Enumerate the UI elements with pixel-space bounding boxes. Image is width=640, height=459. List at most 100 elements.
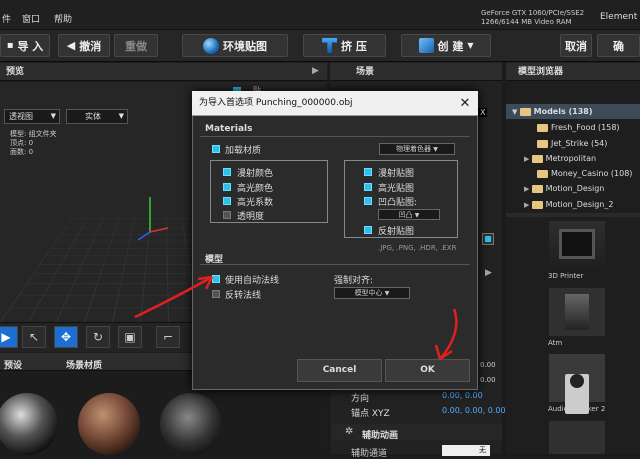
tree-item-metropolitan[interactable]: ▶ Metropolitan: [524, 151, 596, 166]
confirm-toolbar-button[interactable]: 确: [597, 34, 640, 57]
pivot-tool-icon[interactable]: ⌐: [156, 326, 180, 348]
material-type-dropdown[interactable]: 物理着色器 ▼: [379, 143, 455, 155]
aux-animation-section[interactable]: [332, 424, 502, 440]
move-tool-icon[interactable]: ✥: [54, 326, 78, 348]
cursor-tool-icon[interactable]: ↖: [22, 326, 46, 348]
align-dropdown[interactable]: 模型中心 ▼: [334, 287, 410, 299]
anchor-label: 锚点 XYZ: [351, 409, 390, 419]
model-browser-header: 模型浏览器: [506, 63, 640, 81]
tree-item-models[interactable]: ▼ Models (138): [512, 104, 593, 119]
anchor-values[interactable]: 0.00, 0.00, 0.00: [442, 406, 506, 415]
scale-tool-icon[interactable]: ▣: [118, 326, 142, 348]
chevron-down-icon: ▼: [467, 41, 474, 50]
folder-icon: [537, 123, 548, 132]
tree-item-motion-design[interactable]: ▶ Motion_Design: [524, 181, 604, 196]
specular-map-label: 高光贴图: [378, 184, 415, 194]
preview-header: 预览: [0, 63, 327, 81]
extrude-icon: [322, 38, 338, 53]
thumb-next[interactable]: [549, 421, 605, 454]
globe-icon: [203, 37, 219, 54]
diffuse-color-checkbox[interactable]: [223, 168, 231, 179]
menu-window[interactable]: 窗口: [22, 12, 40, 25]
undo-button[interactable]: ◀ 撤消: [58, 34, 110, 57]
direction-values[interactable]: 0.00, 0.00: [442, 391, 483, 400]
scene-value-2[interactable]: 0.00: [480, 376, 496, 384]
environment-map-button[interactable]: 环境贴图: [182, 34, 288, 57]
scene-value-1[interactable]: 0.00: [480, 361, 496, 369]
flip-normals-label: 反转法线: [225, 291, 262, 301]
thumb-atm[interactable]: [549, 288, 605, 336]
menu-help[interactable]: 帮助: [54, 12, 72, 25]
specular-color-label: 高光颜色: [237, 184, 274, 194]
select-tool-icon[interactable]: ▶: [0, 326, 18, 348]
scene-chevron-icon[interactable]: ▶: [485, 268, 492, 278]
thumb-3d-printer[interactable]: [549, 221, 605, 269]
reflection-map-checkbox[interactable]: [364, 226, 372, 237]
redo-button[interactable]: 重做: [114, 34, 158, 57]
supported-formats: .JPG, .PNG, .HDR, .EXR: [378, 244, 457, 252]
tree-item-money-casino[interactable]: Money_Casino (108): [537, 166, 632, 181]
app-name: Element: [600, 12, 638, 22]
tree-item-motion-design-2[interactable]: ▶ Motion_Design_2: [524, 197, 613, 212]
bump-map-label: 凹凸贴图:: [378, 198, 418, 208]
viewport-stats: 模型: 组文件夹 顶点: 0 面数: 0: [10, 130, 57, 156]
aux-channel-label: 辅助通道: [351, 449, 388, 459]
specular-map-checkbox[interactable]: [364, 183, 372, 194]
view-mode-dropdown[interactable]: 透视图 ▼: [4, 109, 60, 124]
browser-splitter[interactable]: [506, 213, 640, 217]
diffuse-map-checkbox[interactable]: [364, 168, 372, 179]
extrude-button[interactable]: 挤 压: [303, 34, 386, 57]
folder-icon: [531, 184, 543, 193]
cancel-toolbar-button[interactable]: 取消: [560, 34, 592, 57]
chevron-right-icon[interactable]: ▶: [312, 66, 319, 76]
cube-icon: [418, 38, 434, 53]
thumb-label-atm: Atm: [548, 339, 563, 347]
folder-icon: [531, 200, 543, 209]
render-mode-dropdown[interactable]: 实体 ▼: [66, 109, 128, 124]
thumb-audio-speaker[interactable]: [549, 354, 605, 414]
force-align-label: 强制对齐:: [334, 276, 374, 286]
direction-label: 方向: [351, 394, 370, 404]
material-sphere-2[interactable]: [78, 393, 140, 455]
specular-coef-checkbox[interactable]: [223, 197, 231, 208]
bump-type-dropdown[interactable]: 凹凸 ▼: [378, 209, 440, 220]
tab-scene-materials[interactable]: 场景材质: [66, 358, 102, 371]
material-sphere-3[interactable]: [160, 393, 222, 455]
specular-coef-label: 高光系数: [237, 198, 274, 208]
create-button[interactable]: 创 建 ▼: [401, 34, 491, 57]
scene-header: 场景: [330, 63, 502, 81]
divider: [200, 264, 470, 265]
aux-channel-dropdown[interactable]: 无: [442, 445, 490, 456]
scene-option-box[interactable]: [482, 233, 494, 245]
menu-file[interactable]: 件: [2, 12, 11, 25]
import-button[interactable]: ▪ 导 入: [0, 34, 50, 57]
import-icon: ▪: [6, 40, 14, 51]
tree-item-jet-strike[interactable]: Jet_Strike (54): [537, 136, 607, 151]
divider: [200, 136, 470, 137]
gpu-info: GeForce GTX 1060/PCIe/SSE2 1266/6144 MB V…: [481, 9, 585, 26]
axis-gizmo-icon: [137, 197, 169, 241]
reflection-map-label: 反射贴图: [378, 227, 415, 237]
annotation-arrow-icon: [434, 308, 458, 361]
transparency-label: 透明度: [237, 212, 265, 222]
undo-icon: ◀: [66, 39, 76, 52]
diffuse-color-label: 漫射颜色: [237, 169, 274, 179]
transparency-checkbox[interactable]: [223, 211, 231, 222]
folder-icon: [537, 139, 548, 148]
thumb-label-3d-printer: 3D Printer: [548, 272, 584, 280]
aux-animation-title: 辅助动画: [362, 431, 399, 441]
gear-icon: ✲: [345, 426, 354, 437]
load-materials-checkbox[interactable]: [212, 145, 220, 156]
thumb-label-audio-speaker: Audio Speaker 2: [548, 405, 606, 413]
rotate-tool-icon[interactable]: ↻: [86, 326, 110, 348]
cancel-button[interactable]: Cancel: [297, 359, 382, 382]
tree-item-fresh-food[interactable]: Fresh_Food (158): [537, 120, 620, 135]
bump-map-checkbox[interactable]: [364, 197, 372, 208]
materials-section-title: Materials: [205, 124, 253, 134]
tab-presets[interactable]: 预设: [4, 358, 22, 371]
folder-icon: [531, 154, 543, 163]
close-icon[interactable]: ✕: [455, 91, 475, 116]
specular-color-checkbox[interactable]: [223, 183, 231, 194]
scene-close-icon[interactable]: X: [478, 108, 488, 117]
diffuse-map-label: 漫射贴图: [378, 169, 415, 179]
